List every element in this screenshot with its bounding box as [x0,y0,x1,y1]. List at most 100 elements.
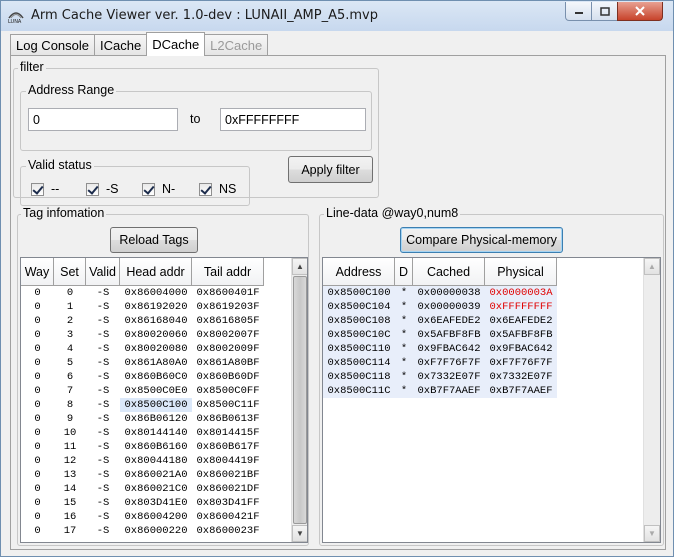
cell-way: 0 [34,315,41,327]
valid-checkbox-s[interactable]: -S [86,182,119,196]
table-row[interactable]: 0x8500C10C * 0x5AFBF8FB 0x5AFBF8FB [323,328,557,342]
cell-address: 0x8500C118 [323,370,395,384]
tag-info-group: Tag infomation Reload Tags Way Set Valid… [17,206,309,546]
table-row[interactable]: 0 1 -S 0x86192020 0x8619203F [21,300,264,314]
cell-head-addr: 0x86004200 [124,511,188,523]
cell-set: 0 [66,287,74,299]
scroll-up-arrow-icon: ▲ [296,262,304,271]
cell-way: 0 [34,399,41,411]
table-row[interactable]: 0 10 -S 0x80144140 0x8014415F [21,426,264,440]
cell-head-addr: 0x80020080 [124,343,188,355]
line-data-group: Line-data @way0,num8 Compare Physical-me… [319,206,664,546]
close-button[interactable] [617,2,663,21]
table-row[interactable]: 0 8 -S 0x8500C100 0x8500C11F [21,398,264,412]
scroll-down-button[interactable]: ▼ [644,525,660,542]
cell-address: 0x8500C10C [323,328,395,342]
column-header-address[interactable]: Address [323,258,395,286]
tab-log-console[interactable]: Log Console [10,34,95,56]
column-header-physical[interactable]: Physical [485,258,557,286]
table-row[interactable]: 0x8500C104 * 0x00000039 0xFFFFFFFF [323,300,557,314]
valid-checkbox-n[interactable]: N- [142,182,175,196]
column-header-way[interactable]: Way [21,258,54,286]
table-row[interactable]: 0 12 -S 0x80044180 0x8004419F [21,454,264,468]
compare-physical-memory-button[interactable]: Compare Physical-memory [400,227,563,253]
table-row[interactable]: 0x8500C118 * 0x7332E07F 0x7332E07F [323,370,557,384]
cell-way: 0 [34,483,41,495]
address-from-input[interactable] [28,108,178,131]
table-row[interactable]: 0 13 -S 0x860021A0 0x860021BF [21,468,264,482]
cell-head-addr: 0x86192020 [124,301,188,313]
line-data-scrollbar[interactable]: ▲ ▼ [643,258,660,542]
maximize-icon [599,6,610,16]
column-header-head-addr[interactable]: Head addr [120,258,192,286]
table-row[interactable]: 0 5 -S 0x861A80A0 0x861A80BF [21,356,264,370]
column-header-cached[interactable]: Cached [413,258,485,286]
table-row[interactable]: 0 0 -S 0x86004000 0x8600401F [21,286,264,300]
table-row[interactable]: 0x8500C11C * 0xB7F7AAEF 0xB7F7AAEF [323,384,557,398]
title-bar[interactable]: LUNA Arm Cache Viewer ver. 1.0-dev : LUN… [1,1,673,31]
cell-tail-addr: 0x860B617F [196,441,260,453]
cell-way: 0 [34,441,41,453]
maximize-button[interactable] [591,2,618,21]
table-row[interactable]: 0x8500C110 * 0x9FBAC642 0x9FBAC642 [323,342,557,356]
cell-head-addr: 0x86000220 [124,525,188,537]
window-title: Arm Cache Viewer ver. 1.0-dev : LUNAII_A… [31,8,379,23]
cell-set: 13 [63,469,77,481]
cell-valid: -S [96,525,110,537]
apply-filter-button[interactable]: Apply filter [288,156,373,183]
cell-way: 0 [34,371,41,383]
cell-set: 4 [66,343,74,355]
table-row[interactable]: 0x8500C100 * 0x00000038 0x0000003A [323,286,557,300]
reload-tags-button[interactable]: Reload Tags [110,227,198,253]
valid-checkbox-none[interactable]: -- [31,182,59,196]
cell-cached: 0xB7F7AAEF [413,384,485,398]
table-row[interactable]: 0 16 -S 0x86004200 0x8600421F [21,510,264,524]
cell-head-addr: 0x860B60C0 [124,371,188,383]
cell-valid: -S [96,371,110,383]
table-row[interactable]: 0 9 -S 0x86B06120 0x86B0613F [21,412,264,426]
table-row[interactable]: 0 7 -S 0x8500C0E0 0x8500C0FF [21,384,264,398]
cell-set: 6 [66,371,74,383]
table-row[interactable]: 0 6 -S 0x860B60C0 0x860B60DF [21,370,264,384]
cell-tail-addr: 0x8500C11F [196,399,260,411]
scroll-up-button[interactable]: ▲ [644,258,660,275]
cell-valid: -S [96,497,110,509]
table-row[interactable]: 0 11 -S 0x860B6160 0x860B617F [21,440,264,454]
table-row[interactable]: 0 17 -S 0x86000220 0x8600023F [21,524,264,538]
cell-valid: -S [96,427,110,439]
table-row[interactable]: 0 4 -S 0x80020080 0x8002009F [21,342,264,356]
address-to-input[interactable] [220,108,366,131]
tab-dcache[interactable]: DCache [146,32,206,56]
cell-way: 0 [34,469,41,481]
table-row[interactable]: 0x8500C108 * 0x6EAFEDE2 0x6EAFEDE2 [323,314,557,328]
column-header-set[interactable]: Set [54,258,86,286]
cell-head-addr: 0x80044180 [124,455,188,467]
table-row[interactable]: 0 15 -S 0x803D41E0 0x803D41FF [21,496,264,510]
cell-cached: 0xF7F76F7F [413,356,485,370]
cell-head-addr: 0x86168040 [124,315,188,327]
scroll-down-arrow-icon: ▼ [648,529,656,538]
cell-valid: -S [96,413,110,425]
table-row[interactable]: 0 14 -S 0x860021C0 0x860021DF [21,482,264,496]
cell-valid: -S [96,483,110,495]
checkbox-checked-icon [142,182,155,196]
scroll-thumb[interactable] [293,276,307,524]
table-row[interactable]: 0 3 -S 0x80020060 0x8002007F [21,328,264,342]
cell-set: 3 [66,329,74,341]
minimize-button[interactable] [565,2,592,21]
scroll-down-button[interactable]: ▼ [292,525,307,542]
column-header-tail-addr[interactable]: Tail addr [192,258,264,286]
scroll-up-button[interactable]: ▲ [292,258,307,275]
tag-table-scrollbar[interactable]: ▲ ▼ [291,258,307,542]
cell-set: 7 [66,385,74,397]
valid-checkbox-ns[interactable]: NS [199,182,236,196]
table-row[interactable]: 0x8500C114 * 0xF7F76F7F 0xF7F76F7F [323,356,557,370]
cell-physical: 0xFFFFFFFF [485,300,557,314]
cell-valid: -S [96,441,110,453]
column-header-valid[interactable]: Valid [86,258,120,286]
cell-head-addr: 0x8500C0E0 [124,385,188,397]
cell-set: 14 [63,483,77,495]
column-header-d[interactable]: D [395,258,413,286]
table-row[interactable]: 0 2 -S 0x86168040 0x8616805F [21,314,264,328]
tab-icache[interactable]: ICache [94,34,148,56]
